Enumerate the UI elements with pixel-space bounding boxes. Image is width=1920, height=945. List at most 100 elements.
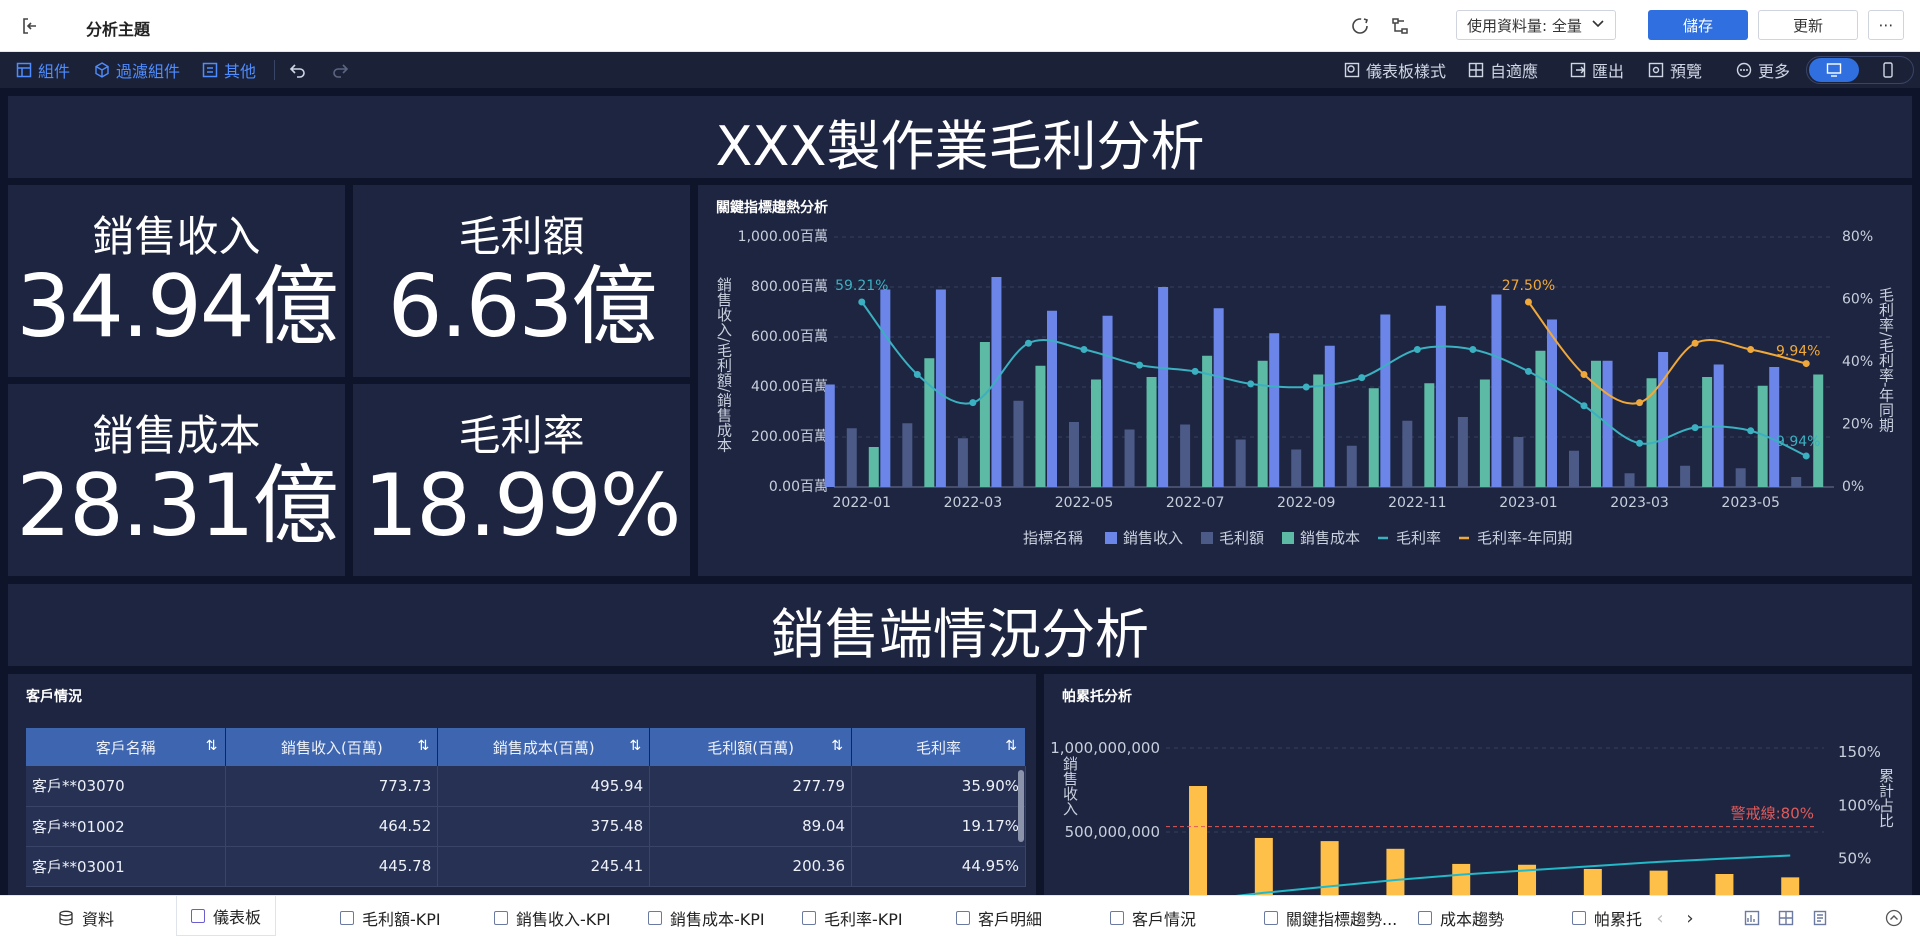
- other-label: 其他: [224, 62, 257, 81]
- components-menu[interactable]: 組件: [16, 52, 70, 88]
- tab-customer-detail[interactable]: 客戶明細: [956, 896, 1042, 940]
- exit-icon[interactable]: [18, 14, 42, 38]
- save-button[interactable]: 儲存: [1648, 10, 1748, 40]
- bar-2022-12: [1435, 305, 1446, 487]
- style-icon: [1344, 62, 1360, 78]
- pareto-chart-panel: 帕累托分析 0500,000,0001,000,000,00050%100%15…: [1044, 674, 1912, 895]
- refresh-icon[interactable]: [1348, 14, 1372, 38]
- tab-dashboard[interactable]: 儀表板: [176, 896, 277, 936]
- toolbar-divider: [274, 60, 275, 80]
- column-header[interactable]: 毛利額(百萬) ⇅: [649, 728, 853, 766]
- tab-label: 帕累托: [1594, 910, 1643, 929]
- title-panel-1: XXX製作業毛利分析: [8, 96, 1912, 178]
- redo-icon[interactable]: [330, 60, 350, 80]
- export-menu[interactable]: 匯出: [1570, 52, 1624, 88]
- tab-label: 毛利額-KPI: [362, 910, 441, 929]
- chevron-left-icon[interactable]: ‹: [1650, 908, 1670, 929]
- y2-tick-label: 100%: [1838, 796, 1881, 814]
- dashboard-style-menu[interactable]: 儀表板樣式: [1344, 52, 1446, 88]
- table-row[interactable]: 客戶**03001 445.78 245.41 200.36 44.95%: [26, 846, 1026, 887]
- line-point: [1358, 374, 1366, 382]
- editor-toolbar: 組件 過濾組件 其他 儀表板樣式 自適應 匯出 預覽 更多: [0, 52, 1920, 88]
- sort-icon[interactable]: ⇅: [1005, 738, 1017, 754]
- data-label: 27.50%: [1502, 278, 1555, 294]
- add-chart-icon[interactable]: [1742, 908, 1762, 928]
- bar-2023-06: [1769, 367, 1780, 487]
- y2-tick-label: 50%: [1838, 850, 1871, 868]
- data-volume-select[interactable]: 使用資料量: 全量: [1456, 10, 1616, 40]
- tab-margin-kpi[interactable]: 毛利率-KPI: [802, 896, 903, 940]
- relation-icon[interactable]: [1388, 14, 1412, 38]
- adaptive-menu[interactable]: 自適應: [1468, 52, 1538, 88]
- legend-label: 毛利額: [1219, 529, 1264, 547]
- tab-data[interactable]: 資料: [58, 896, 114, 940]
- column-header[interactable]: 銷售收入(百萬) ⇅: [225, 728, 439, 766]
- pareto-bar: [1386, 848, 1405, 895]
- bar-2023-04: [1702, 377, 1713, 487]
- bar-2023-01: [1491, 294, 1502, 487]
- table-row[interactable]: 客戶**01002 464.52 375.48 89.04 19.17%: [26, 806, 1026, 847]
- sort-icon[interactable]: ⇅: [831, 738, 843, 754]
- collapse-up-icon[interactable]: [1884, 908, 1904, 928]
- chart-icon: [956, 911, 970, 925]
- bar-2022-02: [924, 358, 935, 487]
- trend-chart: 0.00百萬 200.00百萬 400.00百萬 600.00百萬 800.00百萬 1,…: [715, 229, 1895, 547]
- bar-2022-04: [1013, 400, 1024, 487]
- tab-key-indicator-trend[interactable]: 關鍵指標趨勢...: [1264, 896, 1397, 940]
- legend-swatch: [1201, 532, 1213, 544]
- bar-2022-02: [880, 289, 891, 487]
- desktop-icon[interactable]: [1809, 58, 1859, 82]
- tab-cost-kpi[interactable]: 銷售成本-KPI: [648, 896, 765, 940]
- table-cell: 277.79: [649, 766, 853, 807]
- table-scrollbar[interactable]: [1018, 770, 1024, 842]
- add-report-icon[interactable]: [1810, 908, 1830, 928]
- column-header[interactable]: 毛利率 ⇅: [851, 728, 1026, 766]
- column-header[interactable]: 客戶名稱 ⇅: [26, 728, 227, 766]
- filter-components-menu[interactable]: 過濾組件: [94, 52, 180, 88]
- tab-revenue-kpi[interactable]: 銷售收入-KPI: [494, 896, 611, 940]
- export-icon: [1570, 62, 1586, 78]
- table-row[interactable]: 客戶**03070 773.73 495.94 277.79 35.90%: [26, 766, 1026, 807]
- more-button[interactable]: ⋯: [1868, 10, 1904, 40]
- dashboard-style-label: 儀表板樣式: [1366, 62, 1447, 81]
- undo-icon[interactable]: [288, 60, 308, 80]
- update-button[interactable]: 更新: [1758, 10, 1858, 40]
- tab-pareto[interactable]: 帕累托: [1572, 896, 1648, 940]
- other-icon: [202, 62, 218, 78]
- column-header[interactable]: 銷售成本(百萬) ⇅: [437, 728, 651, 766]
- data-label: 9.94%: [1776, 434, 1820, 450]
- bar-2022-05: [1069, 422, 1079, 487]
- legend-title: 指標名稱: [1023, 529, 1083, 547]
- add-dashboard-icon[interactable]: [1776, 908, 1796, 928]
- tab-cost-trend[interactable]: 成本趨勢: [1418, 896, 1504, 940]
- sort-icon[interactable]: ⇅: [629, 738, 641, 754]
- tab-label: 儀表板: [213, 907, 262, 927]
- chevron-right-icon[interactable]: ›: [1680, 908, 1700, 929]
- y2-tick-label: 150%: [1838, 743, 1881, 761]
- more-menu[interactable]: 更多: [1736, 52, 1790, 88]
- dashboard-icon: [191, 908, 205, 923]
- other-menu[interactable]: 其他: [202, 52, 256, 88]
- table-cell: 375.48: [437, 806, 651, 847]
- table-cell: 495.94: [437, 766, 651, 807]
- threshold-label: 警戒線:80%: [1731, 805, 1814, 823]
- preview-menu[interactable]: 預覽: [1648, 52, 1702, 88]
- bar-2023-04: [1680, 465, 1691, 487]
- sort-icon[interactable]: ⇅: [418, 738, 430, 754]
- tab-customer-status[interactable]: 客戶情況: [1110, 896, 1196, 940]
- mobile-icon[interactable]: [1863, 58, 1913, 82]
- table-cell: 客戶**03070: [26, 766, 227, 807]
- legend-swatch: [1105, 532, 1117, 544]
- tab-label: 客戶情況: [1132, 910, 1197, 929]
- column-header-label: 客戶名稱: [95, 738, 156, 757]
- sort-icon[interactable]: ⇅: [206, 738, 218, 754]
- chart-icon: [1572, 911, 1586, 925]
- top-bar: 分析主題 使用資料量: 全量 儲存 更新 ⋯: [0, 0, 1920, 52]
- kpi-label: 銷售成本: [92, 411, 261, 460]
- legend-label: 銷售收入: [1123, 529, 1183, 547]
- kpi-margin: 毛利率 18.99%: [353, 402, 690, 549]
- y2-axis-label: 毛利率/毛利率-年同期: [1877, 287, 1895, 434]
- bar-2022-10: [1346, 445, 1357, 487]
- tab-gross-profit-kpi[interactable]: 毛利額-KPI: [340, 896, 441, 940]
- bar-2022-04: [1035, 365, 1046, 487]
